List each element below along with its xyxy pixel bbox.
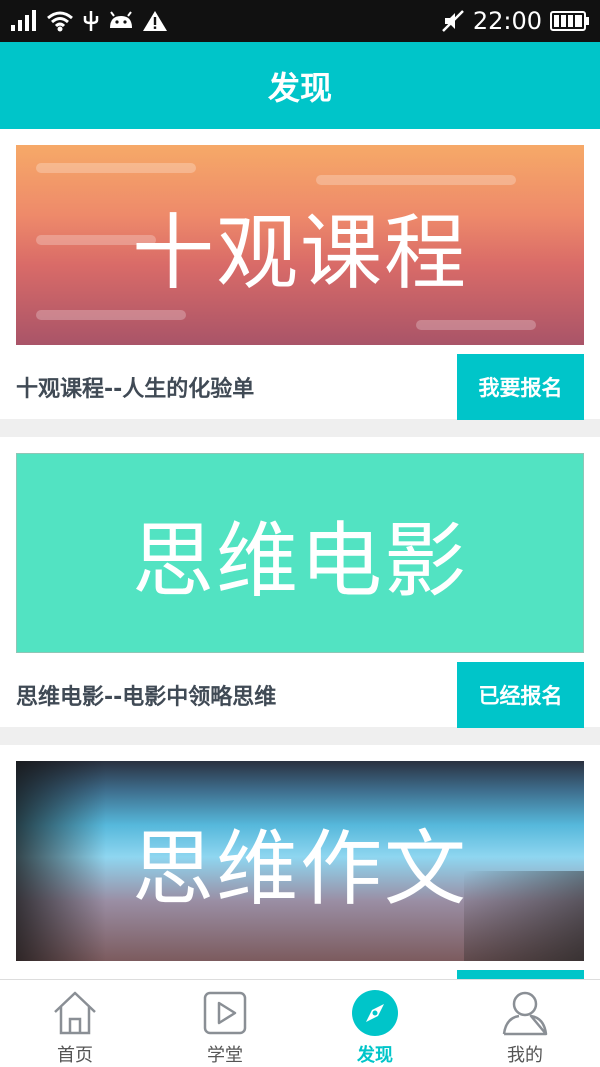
warning-icon	[142, 10, 168, 32]
nav-label: 我的	[507, 1045, 543, 1066]
nav-label: 首页	[57, 1045, 93, 1066]
course-banner[interactable]: 思维作文	[16, 761, 584, 961]
usb-icon	[82, 10, 100, 32]
course-card[interactable]: 十观课程 十观课程--人生的化验单 我要报名	[0, 129, 600, 420]
course-card[interactable]: 思维电影 思维电影--电影中领略思维 已经报名	[0, 437, 600, 728]
card-footer: 思维电影--电影中领略思维 已经报名	[16, 662, 584, 728]
status-right-icons: 22:00	[441, 7, 590, 35]
card-footer	[16, 970, 584, 979]
play-icon	[200, 988, 250, 1037]
banner-text: 思维电影	[131, 513, 468, 609]
card-title: 十观课程--人生的化验单	[16, 377, 255, 402]
nav-item-classroom[interactable]: 学堂	[150, 980, 300, 1067]
enroll-button[interactable]	[457, 970, 584, 979]
enrolled-button[interactable]: 已经报名	[457, 662, 584, 728]
card-title: 思维电影--电影中领略思维	[16, 685, 277, 710]
wifi-icon	[46, 10, 74, 32]
bottom-nav: 首页 学堂 发现 我的	[0, 979, 600, 1067]
course-banner[interactable]: 思维电影	[16, 453, 584, 653]
status-bar: 22:00	[0, 0, 600, 42]
home-icon	[50, 988, 100, 1037]
compass-icon	[350, 988, 400, 1037]
enroll-button[interactable]: 我要报名	[457, 354, 584, 420]
status-left-icons	[10, 10, 168, 32]
course-card[interactable]: 思维作文	[0, 745, 600, 979]
nav-item-discover[interactable]: 发现	[300, 980, 450, 1067]
mute-icon	[441, 9, 465, 33]
nav-item-profile[interactable]: 我的	[450, 980, 600, 1067]
banner-text: 十观课程	[131, 205, 468, 301]
status-time: 22:00	[472, 7, 542, 35]
signal-icon	[10, 10, 38, 32]
discover-feed[interactable]: 十观课程 十观课程--人生的化验单 我要报名 思维电影 思维电影--电影中领略思…	[0, 129, 600, 979]
nav-label: 学堂	[207, 1045, 243, 1066]
nav-item-home[interactable]: 首页	[0, 980, 150, 1067]
app-header: 发现	[0, 42, 600, 129]
card-footer: 十观课程--人生的化验单 我要报名	[16, 354, 584, 420]
page-title: 发现	[267, 68, 332, 107]
course-banner[interactable]: 十观课程	[16, 145, 584, 345]
battery-icon	[550, 10, 590, 32]
nav-label: 发现	[357, 1045, 393, 1066]
profile-icon	[500, 988, 550, 1037]
banner-text: 思维作文	[131, 821, 468, 917]
android-icon	[108, 10, 134, 32]
